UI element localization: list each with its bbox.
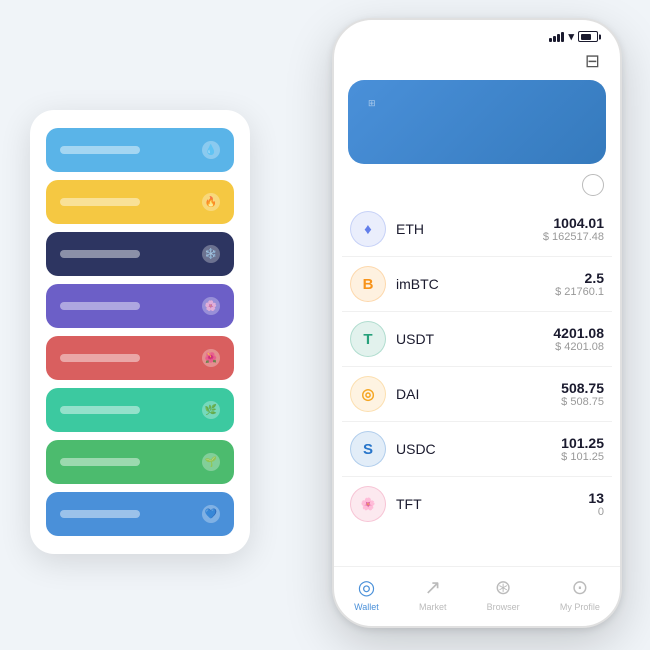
bottom-nav: ◎ Wallet ↗ Market ⊛ Browser ⊙ My Profile	[334, 566, 620, 626]
card-item-card-purple[interactable]: 🌸	[46, 284, 234, 328]
token-name: DAI	[396, 386, 561, 402]
phone-mockup: ▾ ⊟ ⊞ ♦ETH1004.01$	[332, 18, 622, 628]
status-icons: ▾	[549, 30, 598, 43]
card-label	[60, 250, 140, 258]
token-balance: 2.5	[555, 270, 604, 286]
token-name: ETH	[396, 221, 543, 237]
market-nav-icon: ↗	[424, 575, 441, 600]
token-item-dai[interactable]: ◎ DAI508.75$ 508.75	[342, 367, 612, 422]
token-amounts: 2.5$ 21760.1	[555, 270, 604, 298]
token-name: TFT	[396, 496, 588, 512]
card-label	[60, 458, 140, 466]
token-usd: 0	[588, 506, 604, 518]
card-icon: 🌱	[202, 453, 220, 471]
copy-icon[interactable]: ⊞	[368, 98, 376, 109]
nav-label-profile: My Profile	[560, 602, 600, 612]
token-usd: $ 101.25	[561, 451, 604, 463]
token-icon-imbtc: B	[350, 266, 386, 302]
token-usd: $ 162517.48	[543, 231, 604, 243]
card-label	[60, 146, 140, 154]
token-icon-usdc: S	[350, 431, 386, 467]
nav-label-browser: Browser	[487, 602, 520, 612]
token-icon-eth: ♦	[350, 211, 386, 247]
card-icon: 🌸	[202, 297, 220, 315]
token-balance: 101.25	[561, 435, 604, 451]
card-stack: 💧 🔥 ❄️ 🌸 🌺 🌿 🌱 💙	[30, 110, 250, 554]
profile-nav-icon: ⊙	[571, 575, 588, 600]
token-amounts: 1004.01$ 162517.48	[543, 215, 604, 243]
nav-item-profile[interactable]: ⊙ My Profile	[560, 575, 600, 612]
token-usd: $ 508.75	[561, 396, 604, 408]
card-item-card-green[interactable]: 🌱	[46, 440, 234, 484]
token-name: USDC	[396, 441, 561, 457]
token-item-tft[interactable]: 🌸 TFT130	[342, 477, 612, 531]
token-amounts: 4201.08$ 4201.08	[553, 325, 604, 353]
card-item-card-navy[interactable]: ❄️	[46, 232, 234, 276]
signal-icon	[549, 32, 564, 42]
token-icon-dai: ◎	[350, 376, 386, 412]
card-icon: 💧	[202, 141, 220, 159]
browser-nav-icon: ⊛	[495, 575, 512, 600]
token-usd: $ 21760.1	[555, 286, 604, 298]
token-item-eth[interactable]: ♦ ETH1004.01$ 162517.48	[342, 202, 612, 257]
status-bar: ▾	[334, 20, 620, 47]
card-label	[60, 302, 140, 310]
token-amounts: 130	[588, 490, 604, 518]
eth-balance	[364, 119, 590, 150]
card-item-card-teal[interactable]: 🌿	[46, 388, 234, 432]
token-name: USDT	[396, 331, 553, 347]
card-item-card-blue[interactable]: 💧	[46, 128, 234, 172]
card-item-card-blue2[interactable]: 💙	[46, 492, 234, 536]
token-balance: 508.75	[561, 380, 604, 396]
card-label	[60, 198, 140, 206]
card-item-card-red[interactable]: 🌺	[46, 336, 234, 380]
add-token-button[interactable]	[582, 174, 604, 196]
card-label	[60, 354, 140, 362]
phone-header: ⊟	[334, 47, 620, 80]
token-amounts: 508.75$ 508.75	[561, 380, 604, 408]
nav-label-market: Market	[419, 602, 447, 612]
token-balance: 4201.08	[553, 325, 604, 341]
token-item-usdc[interactable]: S USDC101.25$ 101.25	[342, 422, 612, 477]
card-icon: 🌿	[202, 401, 220, 419]
eth-address: ⊞	[364, 98, 590, 109]
token-icon-usdt: T	[350, 321, 386, 357]
token-list: ♦ ETH1004.01$ 162517.48 BimBTC2.5$ 21760.1…	[334, 202, 620, 566]
scan-icon[interactable]: ⊟	[585, 51, 600, 72]
card-label	[60, 406, 140, 414]
token-balance: 1004.01	[543, 215, 604, 231]
card-icon: ❄️	[202, 245, 220, 263]
token-item-imbtc[interactable]: BimBTC2.5$ 21760.1	[342, 257, 612, 312]
token-amounts: 101.25$ 101.25	[561, 435, 604, 463]
card-item-card-yellow[interactable]: 🔥	[46, 180, 234, 224]
nav-item-browser[interactable]: ⊛ Browser	[487, 575, 520, 612]
nav-item-market[interactable]: ↗ Market	[419, 575, 447, 612]
card-label	[60, 510, 140, 518]
nav-label-wallet: Wallet	[354, 602, 379, 612]
token-name: imBTC	[396, 276, 555, 292]
eth-card[interactable]: ⊞	[348, 80, 606, 164]
card-icon: 🔥	[202, 193, 220, 211]
token-icon-tft: 🌸	[350, 486, 386, 522]
token-item-usdt[interactable]: T USDT4201.08$ 4201.08	[342, 312, 612, 367]
assets-header	[334, 174, 620, 202]
nav-item-wallet[interactable]: ◎ Wallet	[354, 575, 379, 612]
wallet-nav-icon: ◎	[358, 575, 375, 600]
wifi-icon: ▾	[568, 30, 574, 43]
token-usd: $ 4201.08	[553, 341, 604, 353]
card-icon: 🌺	[202, 349, 220, 367]
card-icon: 💙	[202, 505, 220, 523]
battery-icon	[578, 31, 598, 42]
token-balance: 13	[588, 490, 604, 506]
